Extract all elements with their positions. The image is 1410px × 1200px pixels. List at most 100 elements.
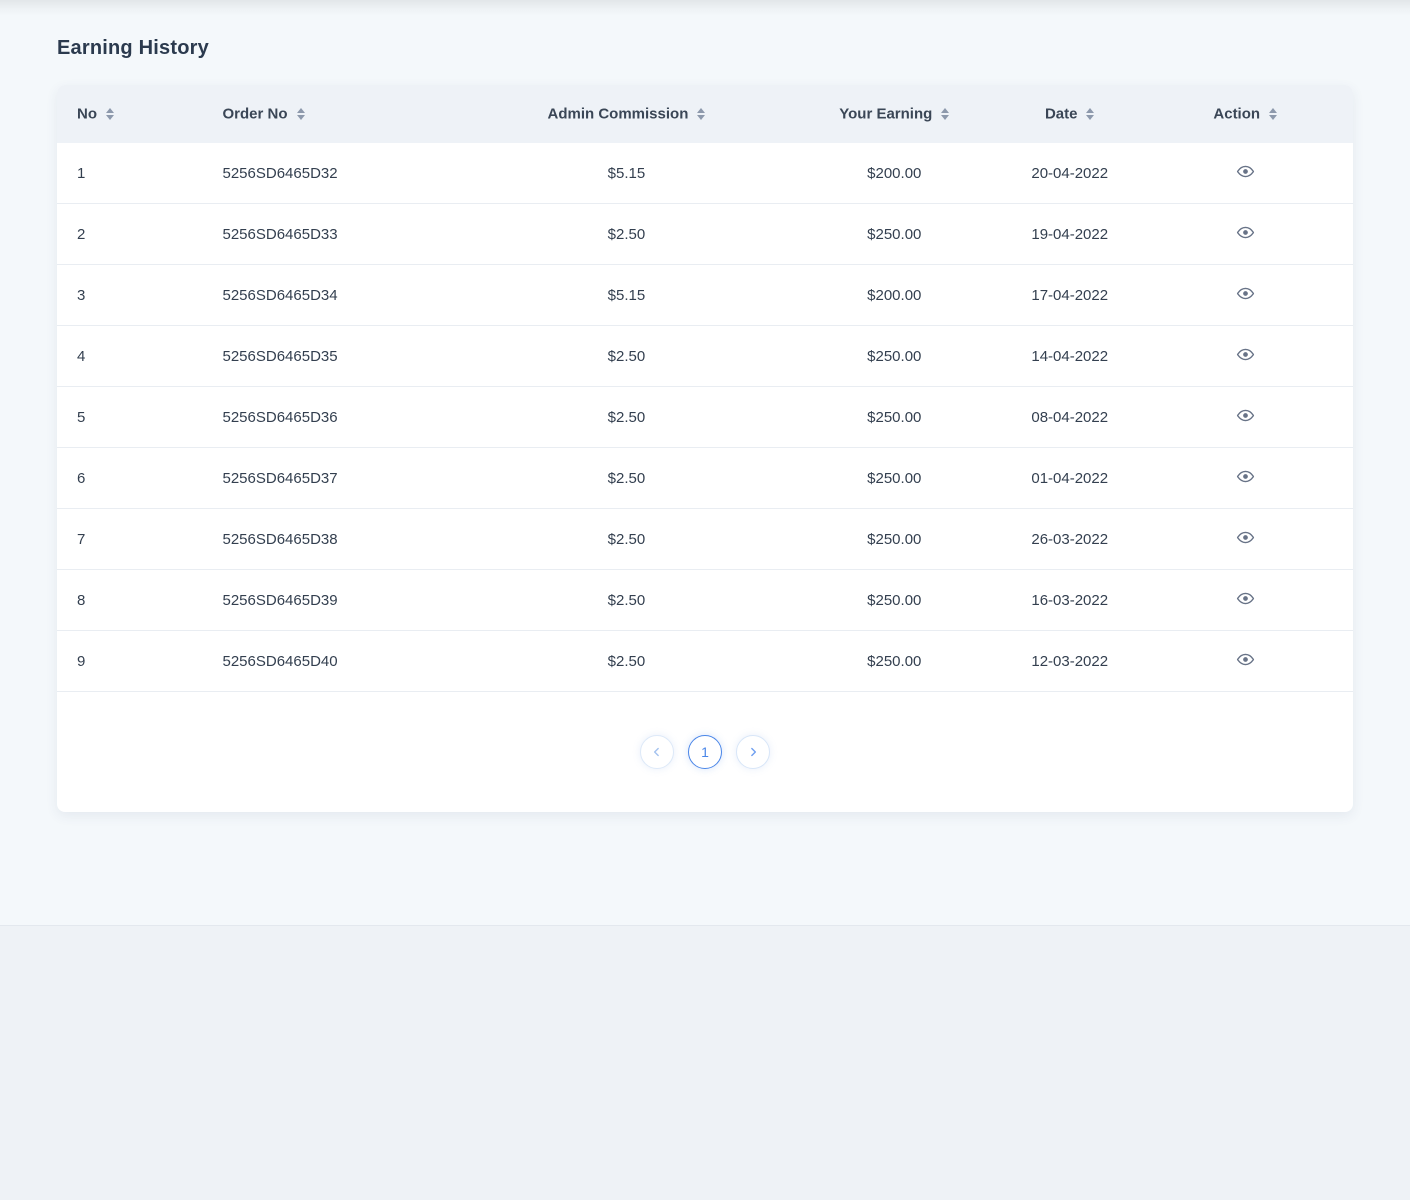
view-order-button[interactable] [1236, 467, 1255, 486]
view-order-button[interactable] [1236, 650, 1255, 669]
pagination-next-button[interactable] [736, 735, 770, 769]
cell-no: 7 [57, 509, 175, 570]
cell-no: 1 [57, 143, 175, 204]
view-order-button[interactable] [1236, 284, 1255, 303]
cell-date: 08-04-2022 [1002, 387, 1137, 448]
cell-order-no: 5256SD6465D39 [175, 570, 467, 631]
cell-admin-commission: $2.50 [466, 448, 786, 509]
cell-action [1137, 631, 1353, 692]
cell-your-earning: $200.00 [787, 143, 1002, 204]
cell-order-no: 5256SD6465D33 [175, 204, 467, 265]
column-header-label: Order No [223, 106, 288, 123]
cell-date: 14-04-2022 [1002, 326, 1137, 387]
table-row: 3 5256SD6465D34 $5.15 $200.00 17-04-2022 [57, 265, 1353, 326]
view-order-button[interactable] [1236, 223, 1255, 242]
eye-icon [1236, 528, 1255, 547]
cell-your-earning: $250.00 [787, 387, 1002, 448]
column-header-admin-commission[interactable]: Admin Commission [466, 85, 786, 143]
cell-admin-commission: $2.50 [466, 204, 786, 265]
cell-order-no: 5256SD6465D32 [175, 143, 467, 204]
table-header-row: No Order No Admin Commission Your Earnin… [57, 85, 1353, 143]
cell-your-earning: $250.00 [787, 509, 1002, 570]
cell-action [1137, 143, 1353, 204]
cell-action [1137, 570, 1353, 631]
table-row: 1 5256SD6465D32 $5.15 $200.00 20-04-2022 [57, 143, 1353, 204]
cell-your-earning: $250.00 [787, 448, 1002, 509]
eye-icon [1236, 650, 1255, 669]
eye-icon [1236, 162, 1255, 181]
cell-admin-commission: $2.50 [466, 509, 786, 570]
cell-admin-commission: $5.15 [466, 265, 786, 326]
column-header-label: Date [1045, 106, 1078, 123]
cell-action [1137, 204, 1353, 265]
column-header-your-earning[interactable]: Your Earning [787, 85, 1002, 143]
cell-date: 26-03-2022 [1002, 509, 1137, 570]
cell-admin-commission: $2.50 [466, 570, 786, 631]
cell-action [1137, 387, 1353, 448]
eye-icon [1236, 345, 1255, 364]
cell-date: 12-03-2022 [1002, 631, 1137, 692]
cell-order-no: 5256SD6465D40 [175, 631, 467, 692]
table-row: 2 5256SD6465D33 $2.50 $250.00 19-04-2022 [57, 204, 1353, 265]
column-header-date[interactable]: Date [1002, 85, 1137, 143]
cell-your-earning: $200.00 [787, 265, 1002, 326]
view-order-button[interactable] [1236, 162, 1255, 181]
eye-icon [1236, 406, 1255, 425]
sort-arrows-icon [1086, 108, 1094, 120]
view-order-button[interactable] [1236, 528, 1255, 547]
table-row: 9 5256SD6465D40 $2.50 $250.00 12-03-2022 [57, 631, 1353, 692]
cell-admin-commission: $2.50 [466, 387, 786, 448]
cell-your-earning: $250.00 [787, 204, 1002, 265]
column-header-order-no[interactable]: Order No [175, 85, 467, 143]
cell-your-earning: $250.00 [787, 631, 1002, 692]
table-row: 5 5256SD6465D36 $2.50 $250.00 08-04-2022 [57, 387, 1353, 448]
page-title: Earning History [57, 37, 209, 60]
view-order-button[interactable] [1236, 345, 1255, 364]
cell-order-no: 5256SD6465D35 [175, 326, 467, 387]
column-header-action[interactable]: Action [1137, 85, 1353, 143]
cell-no: 5 [57, 387, 175, 448]
eye-icon [1236, 467, 1255, 486]
sort-arrows-icon [106, 108, 114, 120]
cell-no: 9 [57, 631, 175, 692]
cell-date: 16-03-2022 [1002, 570, 1137, 631]
pagination-prev-button[interactable] [640, 735, 674, 769]
cell-date: 20-04-2022 [1002, 143, 1137, 204]
column-header-no[interactable]: No [57, 85, 175, 143]
cell-order-no: 5256SD6465D38 [175, 509, 467, 570]
table-row: 7 5256SD6465D38 $2.50 $250.00 26-03-2022 [57, 509, 1353, 570]
cell-order-no: 5256SD6465D37 [175, 448, 467, 509]
cell-no: 8 [57, 570, 175, 631]
sort-arrows-icon [1269, 108, 1277, 120]
table-row: 8 5256SD6465D39 $2.50 $250.00 16-03-2022 [57, 570, 1353, 631]
table-row: 6 5256SD6465D37 $2.50 $250.00 01-04-2022 [57, 448, 1353, 509]
cell-no: 4 [57, 326, 175, 387]
view-order-button[interactable] [1236, 589, 1255, 608]
cell-no: 3 [57, 265, 175, 326]
cell-your-earning: $250.00 [787, 570, 1002, 631]
table-body: 1 5256SD6465D32 $5.15 $200.00 20-04-2022… [57, 143, 1353, 692]
cell-admin-commission: $5.15 [466, 143, 786, 204]
cell-no: 2 [57, 204, 175, 265]
sort-arrows-icon [941, 108, 949, 120]
chevron-left-icon [650, 745, 664, 759]
cell-action [1137, 265, 1353, 326]
chevron-right-icon [746, 745, 760, 759]
cell-action [1137, 448, 1353, 509]
cell-admin-commission: $2.50 [466, 631, 786, 692]
cell-action [1137, 326, 1353, 387]
column-header-label: Admin Commission [548, 106, 689, 123]
cell-your-earning: $250.00 [787, 326, 1002, 387]
cell-date: 19-04-2022 [1002, 204, 1137, 265]
cell-action [1137, 509, 1353, 570]
earning-history-card: No Order No Admin Commission Your Earnin… [57, 85, 1353, 812]
column-header-label: Your Earning [839, 106, 932, 123]
pagination: 1 [57, 735, 1353, 769]
eye-icon [1236, 223, 1255, 242]
column-header-label: Action [1213, 106, 1260, 123]
sort-arrows-icon [697, 108, 705, 120]
view-order-button[interactable] [1236, 406, 1255, 425]
cell-date: 01-04-2022 [1002, 448, 1137, 509]
cell-order-no: 5256SD6465D36 [175, 387, 467, 448]
pagination-page-1-button[interactable]: 1 [688, 735, 722, 769]
